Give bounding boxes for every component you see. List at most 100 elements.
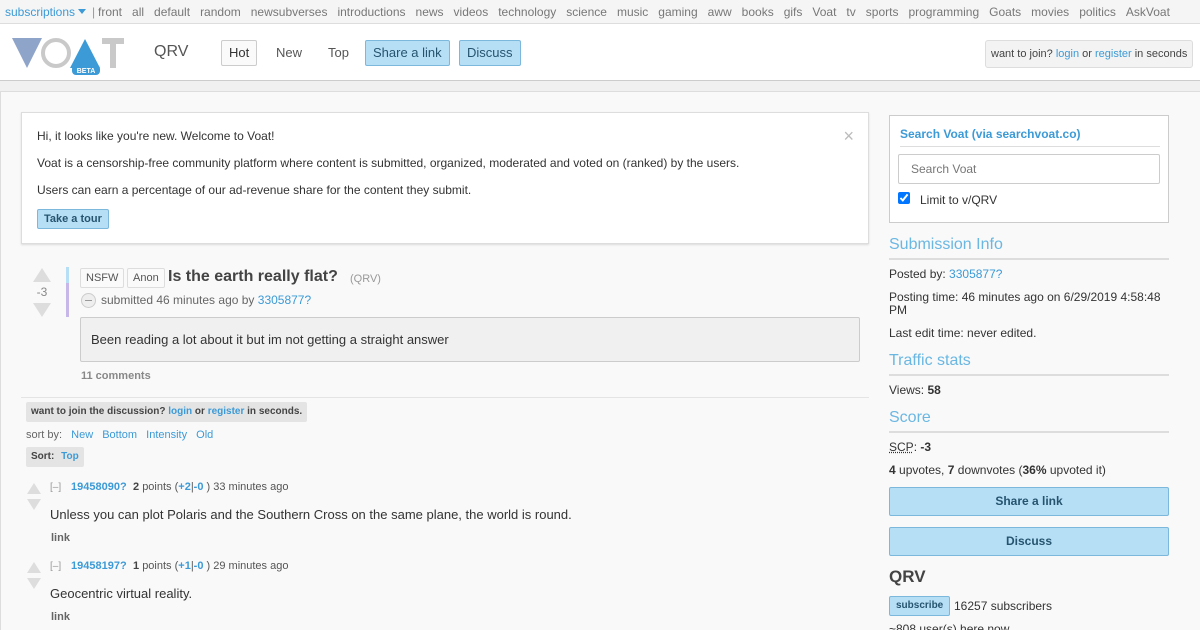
- subverse-link[interactable]: Voat: [812, 5, 836, 19]
- take-tour-button[interactable]: Take a tour: [37, 209, 109, 229]
- subverse-link[interactable]: videos: [454, 5, 489, 19]
- join-prompt: want to join? login or register in secon…: [985, 40, 1194, 68]
- subverse-link[interactable]: gifs: [784, 5, 803, 19]
- login-link[interactable]: login: [168, 406, 192, 417]
- subverse-name[interactable]: QRV: [154, 43, 188, 61]
- post-accent-bar: [66, 267, 69, 283]
- sort-option-intensity[interactable]: Intensity: [146, 429, 187, 441]
- subscribe-button[interactable]: subscribe: [889, 596, 951, 616]
- subverse-link[interactable]: technology: [498, 5, 556, 19]
- sidebar-subverse-name: QRV: [889, 567, 926, 586]
- upvoted-percent: 36%: [1022, 463, 1047, 477]
- subverse-link[interactable]: music: [617, 5, 648, 19]
- tab-top[interactable]: Top: [320, 40, 357, 66]
- users-online: ~808 user(s) here now: [889, 622, 1010, 630]
- register-link[interactable]: register: [208, 406, 245, 417]
- comment-collapse-toggle[interactable]: [–]: [50, 482, 61, 493]
- posted-by-user[interactable]: 3305877?: [949, 267, 1002, 281]
- comment-text: Geocentric virtual reality.: [50, 586, 193, 601]
- views-count: 58: [927, 383, 941, 397]
- posting-time: Posting time: 46 minutes ago on 6/29/201…: [889, 290, 1161, 317]
- subverse-link[interactable]: introductions: [337, 5, 405, 19]
- tab-hot[interactable]: Hot: [221, 40, 258, 66]
- close-icon[interactable]: ×: [843, 127, 854, 145]
- subverse-link[interactable]: sports: [866, 5, 899, 19]
- sort-option-old[interactable]: Old: [196, 429, 213, 441]
- subverse-link[interactable]: all: [132, 5, 144, 19]
- subverse-link[interactable]: tv: [846, 5, 855, 19]
- upvote-arrow-icon[interactable]: [27, 483, 41, 494]
- join-suffix: in seconds: [1134, 48, 1188, 60]
- downvote-arrow-icon[interactable]: [27, 499, 41, 510]
- subverse-nav-bar: subscriptions | front all default random…: [0, 0, 1200, 24]
- comment-permalink[interactable]: link: [51, 532, 70, 544]
- sort-option-bottom[interactable]: Bottom: [102, 429, 137, 441]
- subverse-link[interactable]: science: [566, 5, 607, 19]
- views: Views: 58: [889, 384, 1169, 397]
- sidebar-share-link-button[interactable]: Share a link: [889, 487, 1169, 516]
- comment-collapse-toggle[interactable]: [–]: [50, 561, 61, 572]
- subverse-link[interactable]: gaming: [658, 5, 697, 19]
- subverse-link[interactable]: default: [154, 5, 190, 19]
- comment-author[interactable]: 19458197?: [71, 560, 127, 572]
- join-prefix: want to join?: [991, 48, 1053, 60]
- subverse-link[interactable]: newsubverses: [251, 5, 328, 19]
- sort-option-new[interactable]: New: [71, 429, 93, 441]
- upvote-arrow-icon[interactable]: [33, 268, 51, 282]
- tab-new[interactable]: New: [268, 40, 310, 66]
- subverse-link[interactable]: programming: [908, 5, 979, 19]
- sort-current[interactable]: Top: [61, 451, 79, 462]
- post-domain[interactable]: (QRV): [350, 273, 381, 285]
- divider: [900, 146, 1160, 147]
- limit-checkbox[interactable]: [898, 192, 910, 204]
- post-score: -3: [36, 285, 48, 299]
- upvote-arrow-icon[interactable]: [27, 562, 41, 573]
- discuss-button[interactable]: Discuss: [459, 40, 521, 66]
- subverse-link[interactable]: front: [98, 5, 122, 19]
- voat-logo[interactable]: BETA: [10, 35, 126, 79]
- welcome-line: Hi, it looks like you're new. Welcome to…: [37, 129, 275, 143]
- site-header: BETA QRV Hot New Top Share a link Discus…: [0, 24, 1200, 81]
- subverse-link[interactable]: politics: [1079, 5, 1116, 19]
- subverse-link[interactable]: news: [416, 5, 444, 19]
- comment-points-value: 2: [133, 481, 140, 493]
- current-sort: Sort: Top: [26, 447, 84, 467]
- traffic-stats-heading: Traffic stats: [889, 352, 1169, 376]
- comment-downvotes: -0: [193, 560, 204, 572]
- last-edit-time: Last edit time: never edited.: [889, 326, 1037, 340]
- subscriptions-label: subscriptions: [5, 5, 76, 19]
- downvote-count: 7: [947, 463, 955, 477]
- divider: [21, 397, 869, 398]
- subverse-link[interactable]: books: [742, 5, 774, 19]
- downvote-arrow-icon[interactable]: [27, 578, 41, 589]
- comment-permalink[interactable]: link: [51, 611, 70, 623]
- login-link[interactable]: login: [1056, 48, 1079, 60]
- subverse-link[interactable]: aww: [708, 5, 732, 19]
- sort-by-label: sort by:: [26, 429, 63, 441]
- posted-by: Posted by: 3305877?: [889, 268, 1169, 281]
- post-title[interactable]: Is the earth really flat?: [168, 268, 338, 286]
- subverse-link[interactable]: random: [200, 5, 241, 19]
- comment-points-label: points (: [142, 481, 179, 493]
- share-link-button[interactable]: Share a link: [365, 40, 450, 66]
- upvote-count: 4: [889, 463, 896, 477]
- downvote-arrow-icon[interactable]: [33, 303, 51, 317]
- comment-text: Unless you can plot Polaris and the Sout…: [50, 507, 572, 522]
- search-panel: Search Voat (via searchvoat.co) Limit to…: [889, 115, 1169, 223]
- sidebar-discuss-button[interactable]: Discuss: [889, 527, 1169, 556]
- search-input[interactable]: [898, 154, 1160, 184]
- submitted-text: submitted 46 minutes ago by: [101, 293, 255, 307]
- post-author[interactable]: 3305877?: [258, 293, 311, 307]
- comments-link[interactable]: 11 comments: [81, 370, 151, 382]
- comment-author[interactable]: 19458090?: [71, 481, 127, 493]
- collapse-icon[interactable]: [81, 293, 96, 308]
- downvotes-label: downvotes (: [957, 463, 1023, 477]
- subverse-link[interactable]: movies: [1031, 5, 1069, 19]
- post-meta: submitted 46 minutes ago by 3305877?: [101, 293, 311, 307]
- nsfw-flair: NSFW: [80, 268, 125, 288]
- subscriber-count: 16257 subscribers: [954, 599, 1053, 613]
- subverse-link[interactable]: Goats: [989, 5, 1021, 19]
- subscriptions-dropdown[interactable]: subscriptions: [5, 5, 87, 19]
- register-link[interactable]: register: [1095, 48, 1132, 60]
- subverse-link[interactable]: AskVoat: [1126, 5, 1170, 19]
